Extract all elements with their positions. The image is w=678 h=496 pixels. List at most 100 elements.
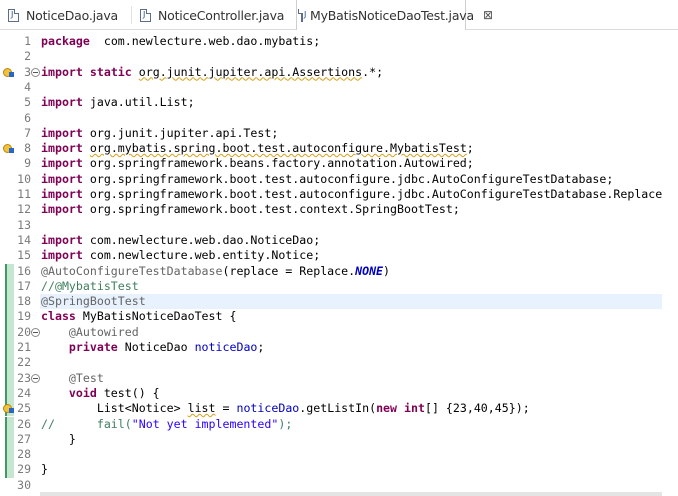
code-token: list <box>187 401 216 416</box>
line-number: 1 <box>24 34 31 48</box>
code-line[interactable]: 19 class MyBatisNoticeDaoTest { <box>0 309 678 325</box>
quick-diff-marker <box>5 431 14 448</box>
code-line[interactable]: 9 import org.springframework.beans.factor… <box>0 156 678 171</box>
line-number: 20 <box>17 324 31 339</box>
code-line[interactable]: 11 import org.springframework.boot.test.a… <box>0 187 678 202</box>
code-line[interactable]: 22 <box>0 355 678 371</box>
code-text: class MyBatisNoticeDaoTest { <box>41 309 236 324</box>
code-text: import com.newlecture.web.dao.NoticeDao; <box>41 233 320 248</box>
code-editor[interactable]: 1 package com.newlecture.web.dao.mybatis;… <box>0 31 678 496</box>
fold-toggle-icon[interactable] <box>31 67 40 77</box>
code-token: new <box>376 401 398 416</box>
fold-toggle-icon[interactable] <box>31 327 40 337</box>
code-line[interactable]: 5 import java.util.List; <box>0 95 678 110</box>
code-token: import <box>41 125 83 140</box>
code-token: static <box>89 64 132 79</box>
code-line[interactable]: 17 //@MybatisTest <box>0 278 678 295</box>
code-token: = <box>215 401 237 416</box>
code-line[interactable]: 18 @SpringBootTest <box>0 294 678 310</box>
code-line[interactable]: 23 @Test <box>0 370 678 386</box>
code-line[interactable]: 6 <box>0 111 678 126</box>
code-line[interactable]: 12 import org.springframework.boot.test.c… <box>0 202 678 217</box>
fold-toggle-icon[interactable] <box>31 373 40 383</box>
code-line[interactable]: 15 import com.newlecture.web.entity.Notic… <box>0 248 678 263</box>
code-token: void <box>68 385 97 400</box>
code-line[interactable]: 30 <box>0 478 678 493</box>
code-line[interactable]: 29} <box>0 462 678 478</box>
code-line[interactable]: 20 @Autowired <box>0 324 678 340</box>
code-token: org.junit.jupiter.api.Test; <box>82 125 279 140</box>
tab-divider <box>131 6 132 24</box>
code-line[interactable]: 1 package com.newlecture.web.dao.mybatis; <box>0 34 678 49</box>
code-line[interactable]: 8 import org.mybatis.spring.boot.test.aut… <box>0 141 678 156</box>
code-token: noticeDao <box>236 401 300 416</box>
code-line[interactable]: 25 List<Notice> list = noticeDao.getList… <box>0 401 678 417</box>
line-number: 5 <box>24 95 31 110</box>
code-text: @AutoConfigureTestDatabase(replace = Rep… <box>41 264 390 279</box>
code-token: noticeDao <box>194 340 258 354</box>
code-token: int <box>404 401 425 416</box>
code-text: //@MybatisTest <box>41 279 139 294</box>
line-number: 3 <box>24 64 31 79</box>
line-number: 9 <box>24 156 31 171</box>
code-token: } <box>41 462 48 477</box>
code-line[interactable]: 2 <box>0 49 678 64</box>
code-line[interactable]: 24 void test() { <box>0 385 678 402</box>
editor-tab-bar: NoticeDao.java NoticeController.java MyB… <box>0 0 678 30</box>
tab-notice-dao[interactable]: NoticeDao.java <box>8 0 132 30</box>
code-line[interactable]: 10 import org.springframework.boot.test.a… <box>0 172 678 187</box>
line-number: 25 <box>17 401 31 416</box>
code-text: import java.util.List; <box>41 95 195 110</box>
code-line[interactable]: 7 import org.junit.jupiter.api.Test; <box>0 126 678 141</box>
line-number: 8 <box>24 141 31 156</box>
close-tab-icon[interactable]: ⊠ <box>483 8 493 22</box>
code-token: ); <box>278 416 293 431</box>
line-number: 13 <box>17 217 31 232</box>
line-number: 4 <box>24 79 31 94</box>
code-text: private NoticeDao noticeDao; <box>41 340 264 355</box>
code-token: @Autowired <box>68 324 139 339</box>
code-token: .*; <box>362 64 384 79</box>
quick-diff-marker <box>5 278 14 295</box>
code-token: import <box>41 248 83 263</box>
line-number: 26 <box>17 416 31 431</box>
line-number: 19 <box>17 309 31 324</box>
code-line[interactable]: 13 <box>0 218 678 233</box>
quick-diff-marker <box>5 340 14 356</box>
code-line[interactable]: 28 <box>0 447 678 463</box>
code-line[interactable]: 26 // fail("Not yet implemented"); <box>0 416 678 432</box>
code-token: ; <box>257 340 265 354</box>
code-token: NONE <box>355 263 384 278</box>
code-text: import org.springframework.boot.test.aut… <box>41 187 662 202</box>
code-token: ) <box>383 263 391 278</box>
tab-notice-controller[interactable]: NoticeController.java <box>140 0 296 30</box>
code-token: java.util.List; <box>82 95 195 110</box>
tab-mybatis-notice-dao-test[interactable]: MyBatisNoticeDaoTest.java ⊠ <box>296 0 493 30</box>
code-token: import <box>41 156 83 171</box>
code-line[interactable]: 21 private NoticeDao noticeDao; <box>0 340 678 356</box>
quick-diff-marker <box>5 447 14 463</box>
quick-diff-marker <box>5 416 14 432</box>
code-token: List<Notice> <box>41 401 188 416</box>
code-text: @Test <box>41 371 104 386</box>
code-line[interactable]: 14 import com.newlecture.web.dao.NoticeDa… <box>0 233 678 248</box>
line-number: 30 <box>17 477 31 492</box>
code-text: } <box>41 462 48 477</box>
code-line[interactable]: 4 <box>0 80 678 95</box>
horizontal-scrollbar[interactable] <box>40 492 662 496</box>
code-token: @SpringBootTest <box>41 294 146 309</box>
code-token: @AutoConfigureTestDatabase <box>41 263 223 278</box>
code-token: //@MybatisTest <box>41 278 139 293</box>
code-text: package com.newlecture.web.dao.mybatis; <box>41 34 320 49</box>
code-token: org.springframework.boot.test.autoconfig… <box>82 187 663 201</box>
quick-diff-marker <box>5 294 14 310</box>
code-line[interactable]: 27 } <box>0 431 678 448</box>
code-line[interactable]: 3 import static org.junit.jupiter.api.Ass… <box>0 65 678 80</box>
line-number: 14 <box>17 232 31 247</box>
code-line[interactable]: 16 @AutoConfigureTestDatabase(replace = R… <box>0 263 678 279</box>
code-text: import org.springframework.beans.factory… <box>41 156 474 171</box>
code-token: org.springframework.boot.test.context.Sp… <box>82 202 460 217</box>
line-number: 24 <box>17 385 31 400</box>
